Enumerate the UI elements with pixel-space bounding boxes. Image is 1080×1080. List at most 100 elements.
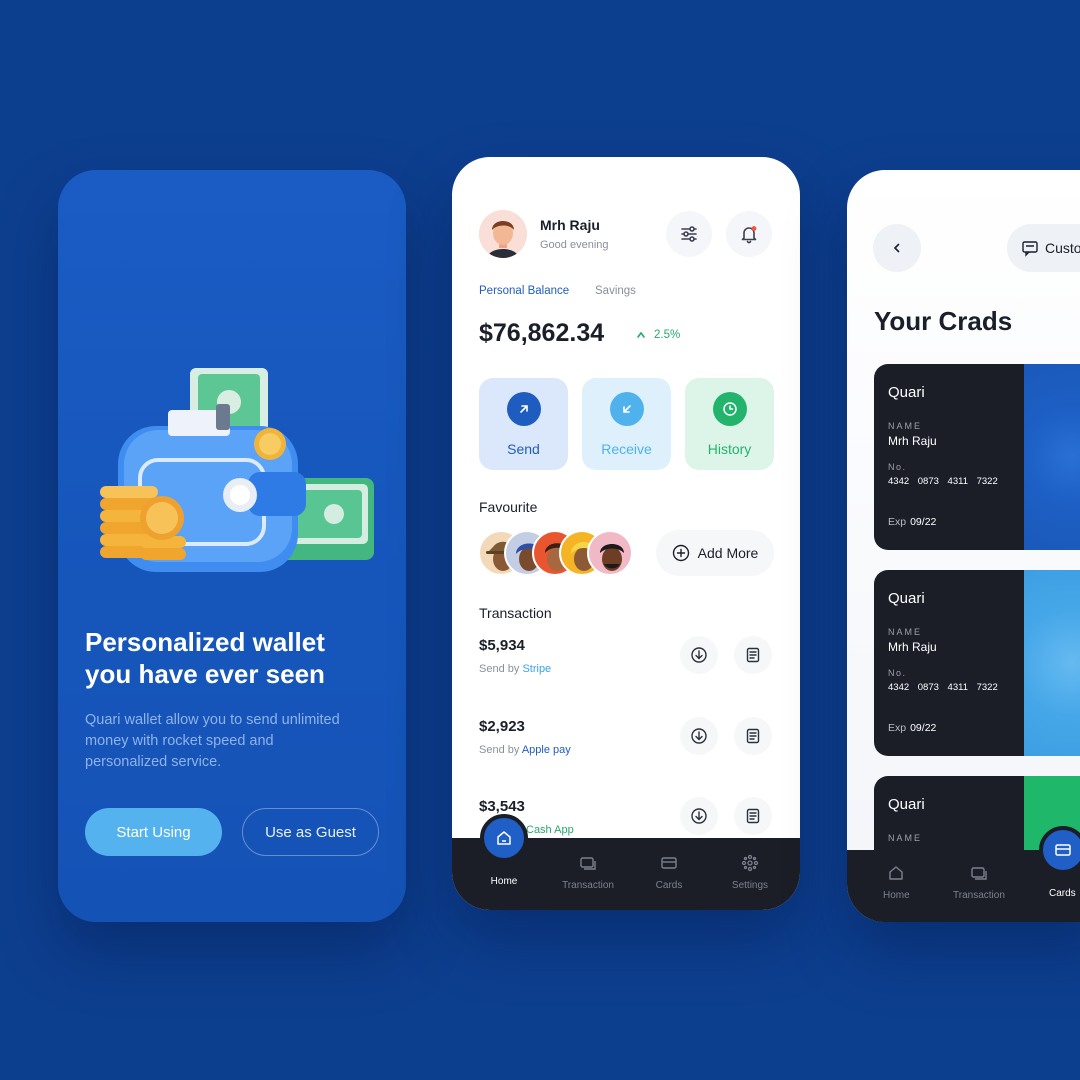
onboarding-headline: Personalized wallet you have ever seen xyxy=(85,627,325,689)
home-screen: Mrh Raju Good evening Personal Balance S… xyxy=(452,157,800,910)
history-label: History xyxy=(707,441,752,457)
nav-transaction[interactable]: Transaction xyxy=(548,854,628,891)
customize-button[interactable]: Custo xyxy=(1007,224,1080,272)
payment-method: Stripe xyxy=(522,663,552,675)
arrow-up-right-icon xyxy=(506,392,541,426)
nav-cards[interactable]: Cards xyxy=(1049,888,1076,899)
card-exp-key: Exp xyxy=(888,722,907,734)
card-name-key: NAME xyxy=(888,833,923,843)
transaction-amount: $2,923 xyxy=(479,718,525,735)
card-number: 4342 0873 4311 7322 xyxy=(888,682,998,693)
back-button[interactable] xyxy=(873,224,921,272)
transaction-source: Cash App xyxy=(526,824,574,836)
download-icon xyxy=(690,807,708,825)
card-exp-value: 09/22 xyxy=(910,516,937,528)
arrow-down-left-icon xyxy=(609,392,644,426)
history-button[interactable]: History xyxy=(685,378,774,470)
nav-transaction-label: Transaction xyxy=(562,880,614,891)
download-button[interactable] xyxy=(680,797,718,835)
wallet-illustration xyxy=(98,360,378,590)
filter-button[interactable] xyxy=(666,211,712,257)
card-icon xyxy=(1054,841,1072,859)
add-more-button[interactable]: Add More xyxy=(656,530,774,576)
card-exp-key: Exp xyxy=(888,516,907,528)
favourite-avatar[interactable] xyxy=(587,530,633,576)
payment-method: Apple pay xyxy=(521,744,571,756)
receipt-icon xyxy=(744,646,762,664)
sliders-icon xyxy=(679,224,699,244)
avatar[interactable] xyxy=(479,210,527,258)
trend-value: 2.5% xyxy=(654,329,681,341)
home-icon xyxy=(495,829,513,847)
favourite-title: Favourite xyxy=(479,499,538,515)
use-as-guest-button[interactable]: Use as Guest xyxy=(242,808,379,856)
nav-home-label: Home xyxy=(490,876,518,887)
home-fab[interactable] xyxy=(480,814,528,862)
card-number: 4342 0873 4311 7322 xyxy=(888,476,998,487)
receive-label: Receive xyxy=(601,441,652,457)
chevron-up-icon xyxy=(636,330,646,340)
receipt-button[interactable] xyxy=(734,636,772,674)
card-holder-name: Mrh Raju xyxy=(888,640,937,654)
card-pattern xyxy=(1024,364,1080,550)
cards-fab[interactable] xyxy=(1039,826,1080,874)
onboarding-description: Quari wallet allow you to send unlimited… xyxy=(85,712,340,770)
nav-home[interactable]: Home xyxy=(464,876,544,887)
card-brand: Quari xyxy=(888,590,925,607)
transaction-amount: $3,543 xyxy=(479,798,525,815)
plus-circle-icon xyxy=(672,544,690,562)
send-by-label: Send by xyxy=(479,744,520,756)
user-name: Mrh Raju xyxy=(540,217,600,233)
send-label: Send xyxy=(507,441,540,457)
card-expiry: Exp 09/22 xyxy=(888,722,936,734)
greeting-text: Good evening xyxy=(540,239,609,251)
payment-method: Cash App xyxy=(526,824,574,836)
tab-savings[interactable]: Savings xyxy=(595,285,636,297)
send-button[interactable]: Send xyxy=(479,378,568,470)
download-button[interactable] xyxy=(680,636,718,674)
card-brand: Quari xyxy=(888,384,925,401)
card-expiry: Exp 09/22 xyxy=(888,516,936,528)
nav-cards[interactable]: Cards xyxy=(629,854,709,891)
bank-card[interactable]: Quari NAME Mrh Raju No. 4342 0873 4311 7… xyxy=(874,570,1080,756)
card-name-key: NAME xyxy=(888,421,923,431)
download-icon xyxy=(690,727,708,745)
notification-button[interactable] xyxy=(726,211,772,257)
transfer-icon xyxy=(579,854,597,872)
receipt-icon xyxy=(744,807,762,825)
card-exp-value: 09/22 xyxy=(910,722,937,734)
nav-cards-label: Cards xyxy=(655,880,683,891)
receipt-icon xyxy=(744,727,762,745)
receive-button[interactable]: Receive xyxy=(582,378,671,470)
card-icon xyxy=(660,854,678,872)
cards-title: Your Crads xyxy=(874,306,1013,336)
card-holder-name: Mrh Raju xyxy=(888,434,937,448)
transaction-source: Send by Stripe xyxy=(479,663,551,675)
chat-card-icon xyxy=(1021,239,1039,257)
tab-personal-balance[interactable]: Personal Balance xyxy=(479,285,569,297)
nav-transaction-label: Transaction xyxy=(953,890,1005,901)
nav-transaction[interactable]: Transaction xyxy=(953,864,1005,901)
add-more-label: Add More xyxy=(697,545,759,561)
receipt-button[interactable] xyxy=(734,797,772,835)
nav-settings[interactable]: Settings xyxy=(710,854,790,891)
download-button[interactable] xyxy=(680,717,718,755)
card-number-key: No. xyxy=(888,462,907,472)
receipt-button[interactable] xyxy=(734,717,772,755)
onboarding-screen: Personalized wallet you have ever seen Q… xyxy=(58,170,406,922)
transfer-icon xyxy=(970,864,988,882)
clock-icon xyxy=(712,392,747,426)
nav-home[interactable]: Home xyxy=(883,864,910,901)
chevron-left-icon xyxy=(891,242,903,254)
bell-icon xyxy=(739,224,759,244)
card-name-key: NAME xyxy=(888,627,923,637)
settings-icon xyxy=(741,854,759,872)
cards-screen: Custo Your Crads Quari NAME Mrh Raju No.… xyxy=(847,170,1080,922)
trend-indicator: 2.5% xyxy=(636,329,680,341)
bank-card[interactable]: Quari NAME Mrh Raju No. 4342 0873 4311 7… xyxy=(874,364,1080,550)
download-icon xyxy=(690,646,708,664)
transaction-title: Transaction xyxy=(479,605,552,621)
transaction-amount: $5,934 xyxy=(479,637,525,654)
start-using-button[interactable]: Start Using xyxy=(85,808,222,856)
home-icon xyxy=(887,864,905,882)
